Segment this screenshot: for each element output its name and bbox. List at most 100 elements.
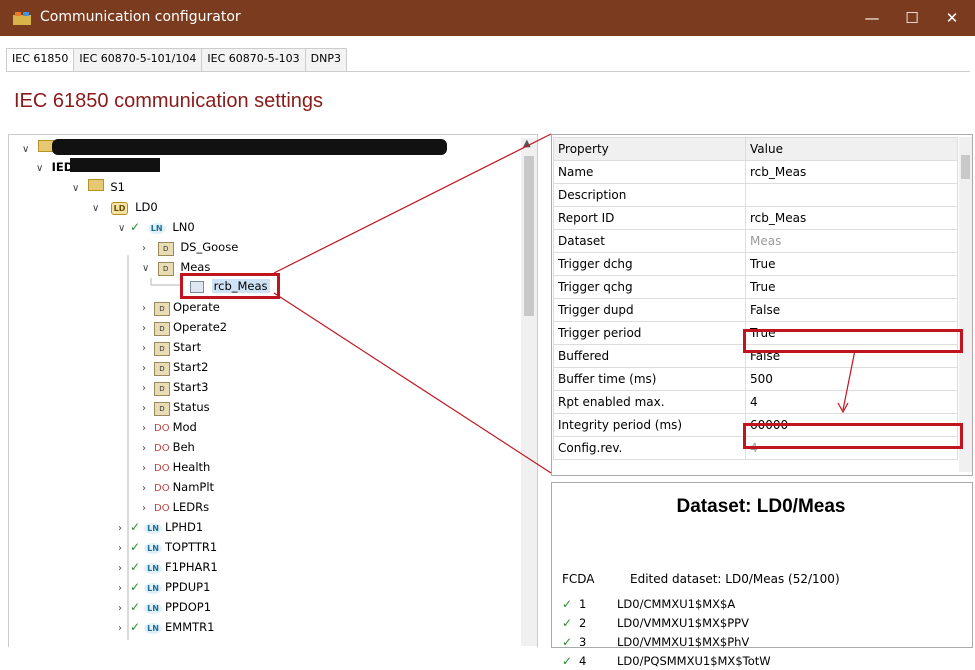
property-value[interactable]: True — [745, 275, 958, 299]
property-value[interactable]: rcb_Meas — [745, 206, 958, 230]
chevron-right-icon[interactable]: › — [142, 460, 154, 478]
tree-node-status[interactable]: › D Status — [142, 398, 210, 416]
checkbox-checked-icon[interactable]: ✓ — [130, 621, 141, 633]
tree-node-mod[interactable]: › DO Mod — [142, 418, 197, 436]
tree-node-beh[interactable]: › DO Beh — [142, 438, 195, 456]
chevron-down-icon[interactable]: ∨ — [22, 141, 34, 159]
checkbox-checked-icon[interactable]: ✓ — [562, 617, 573, 629]
chevron-right-icon[interactable]: › — [142, 380, 154, 398]
tab-iec-60870-5-101-104[interactable]: IEC 60870-5-101/104 — [73, 48, 203, 71]
chevron-right-icon[interactable]: › — [142, 440, 154, 458]
chevron-down-icon[interactable]: ∨ — [72, 180, 84, 198]
chevron-right-icon[interactable]: › — [142, 340, 154, 358]
property-value[interactable] — [745, 183, 958, 207]
tree-node-health[interactable]: › DO Health — [142, 458, 210, 476]
tree-node-start[interactable]: › D Start — [142, 338, 201, 356]
chevron-down-icon[interactable]: ∨ — [118, 220, 130, 238]
chevron-right-icon[interactable]: › — [118, 620, 130, 638]
properties-scroll-thumb[interactable] — [961, 155, 970, 179]
chevron-right-icon[interactable]: › — [142, 500, 154, 518]
property-row[interactable]: Name rcb_Meas — [553, 160, 958, 184]
property-row[interactable]: Trigger dchg True — [553, 252, 958, 276]
chevron-right-icon[interactable]: › — [142, 360, 154, 378]
property-value[interactable]: Meas — [745, 229, 958, 253]
tree-node-emmtr1[interactable]: › ✓ LN EMMTR1 — [118, 618, 214, 636]
properties-grid: Property Value Name rcb_Meas Description Re… — [553, 137, 958, 460]
property-row[interactable]: Description — [553, 183, 958, 207]
tree-node-ld0[interactable]: ∨ LD LD0 — [92, 198, 158, 216]
close-button[interactable]: ✕ — [932, 4, 972, 32]
chevron-right-icon[interactable]: › — [142, 400, 154, 418]
value-column-header[interactable]: Value — [745, 137, 958, 161]
redacted-root-label — [52, 139, 447, 155]
tree-scrollbar[interactable]: ▲ — [521, 138, 537, 646]
tree-node-ds-goose[interactable]: › D DS_Goose — [142, 238, 238, 256]
tree-root[interactable]: ∨ — [22, 139, 54, 157]
property-row[interactable]: Rpt enabled max. 4 — [553, 390, 958, 414]
property-row[interactable]: Report ID rcb_Meas — [553, 206, 958, 230]
checkbox-checked-icon[interactable]: ✓ — [562, 636, 573, 648]
property-value[interactable]: rcb_Meas — [745, 160, 958, 184]
minimize-button[interactable]: — — [852, 4, 892, 32]
tree-node-s1[interactable]: ∨ S1 — [72, 178, 125, 196]
tree-node-lphd1[interactable]: › ✓ LN LPHD1 — [118, 518, 203, 536]
checkbox-checked-icon[interactable]: ✓ — [130, 221, 141, 233]
tree-node-topttr1[interactable]: › ✓ LN TOPTTR1 — [118, 538, 217, 556]
tree-node-operate[interactable]: › D Operate — [142, 298, 220, 316]
chevron-right-icon[interactable]: › — [118, 600, 130, 618]
tab-dnp3[interactable]: DNP3 — [304, 48, 348, 71]
checkbox-checked-icon[interactable]: ✓ — [562, 655, 573, 667]
chevron-right-icon[interactable]: › — [142, 320, 154, 338]
ied-tree[interactable] — [8, 134, 538, 647]
checkbox-checked-icon[interactable]: ✓ — [130, 541, 141, 553]
chevron-right-icon[interactable]: › — [118, 520, 130, 538]
fcda-item[interactable]: ✓ 2 LD0/VMMXU1$MX$PPV — [562, 614, 749, 632]
data-object-label: LEDRs — [172, 500, 210, 514]
tree-node-ln0[interactable]: ∨ ✓ LN LN0 — [118, 218, 195, 236]
property-row[interactable]: Buffer time (ms) 500 — [553, 367, 958, 391]
tab-iec-61850[interactable]: IEC 61850 — [6, 48, 75, 71]
chevron-down-icon[interactable]: ∨ — [142, 260, 154, 278]
tree-node-namplt[interactable]: › DO NamPlt — [142, 478, 214, 496]
tree-node-ied[interactable]: ∨ IED — [36, 158, 73, 176]
property-value[interactable]: 500 — [745, 367, 958, 391]
properties-scrollbar[interactable] — [959, 137, 972, 472]
ln-icon: LN — [144, 563, 162, 574]
tree-node-ledrs[interactable]: › DO LEDRs — [142, 498, 209, 516]
checkbox-checked-icon[interactable]: ✓ — [130, 581, 141, 593]
tree-node-ppdop1[interactable]: › ✓ LN PPDOP1 — [118, 598, 211, 616]
chevron-right-icon[interactable]: › — [118, 560, 130, 578]
chevron-down-icon[interactable]: ∨ — [92, 200, 104, 218]
property-column-header[interactable]: Property — [553, 137, 746, 161]
chevron-down-icon[interactable]: ∨ — [36, 160, 48, 178]
chevron-right-icon[interactable]: › — [118, 540, 130, 558]
checkbox-checked-icon[interactable]: ✓ — [130, 521, 141, 533]
tab-iec-60870-5-103[interactable]: IEC 60870-5-103 — [201, 48, 306, 71]
tree-node-start3[interactable]: › D Start3 — [142, 378, 208, 396]
fcda-item[interactable]: ✓ 1 LD0/CMMXU1$MX$A — [562, 595, 735, 613]
chevron-right-icon[interactable]: › — [118, 580, 130, 598]
dataset-label: Start2 — [173, 360, 209, 374]
tree-node-start2[interactable]: › D Start2 — [142, 358, 208, 376]
property-row[interactable]: Dataset Meas — [553, 229, 958, 253]
property-row[interactable]: Trigger dupd False — [553, 298, 958, 322]
tree-node-ppdup1[interactable]: › ✓ LN PPDUP1 — [118, 578, 210, 596]
fcda-item[interactable]: ✓ 4 LD0/PQSMMXU1$MX$TotW — [562, 652, 771, 670]
checkbox-checked-icon[interactable]: ✓ — [562, 598, 573, 610]
property-value[interactable]: False — [745, 298, 958, 322]
checkbox-checked-icon[interactable]: ✓ — [130, 601, 141, 613]
chevron-right-icon[interactable]: › — [142, 420, 154, 438]
scroll-up-icon[interactable]: ▲ — [523, 138, 531, 149]
tree-scroll-thumb[interactable] — [524, 156, 534, 316]
maximize-button[interactable]: ☐ — [892, 4, 932, 32]
chevron-right-icon[interactable]: › — [142, 240, 154, 258]
tree-node-operate2[interactable]: › D Operate2 — [142, 318, 227, 336]
property-value[interactable]: True — [745, 252, 958, 276]
fcda-item[interactable]: ✓ 3 LD0/VMMXU1$MX$PhV — [562, 633, 749, 651]
property-value[interactable]: 4 — [745, 390, 958, 414]
property-row[interactable]: Trigger qchg True — [553, 275, 958, 299]
tree-node-f1phar1[interactable]: › ✓ LN F1PHAR1 — [118, 558, 218, 576]
chevron-right-icon[interactable]: › — [142, 480, 154, 498]
chevron-right-icon[interactable]: › — [142, 300, 154, 318]
checkbox-checked-icon[interactable]: ✓ — [130, 561, 141, 573]
